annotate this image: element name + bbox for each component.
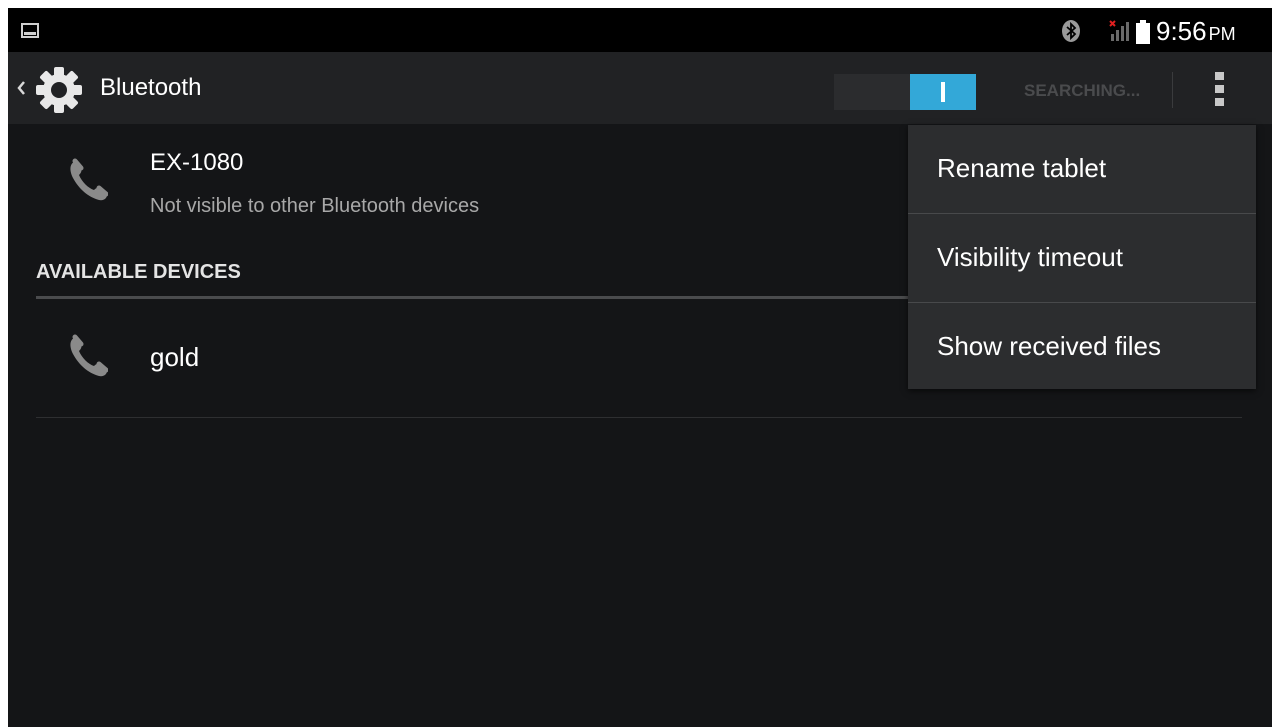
up-button[interactable]: Bluetooth [12, 60, 222, 116]
status-time-value: 9:56 [1156, 16, 1207, 46]
device-name: gold [150, 342, 200, 372]
menu-item-label: Visibility timeout [937, 242, 1123, 272]
more-vert-icon [1215, 72, 1224, 80]
row-divider [36, 417, 1242, 418]
bluetooth-toggle[interactable] [834, 74, 976, 110]
device-visibility-status: Not visible to other Bluetooth devices [150, 195, 480, 217]
toggle-thumb [910, 74, 976, 110]
bluetooth-icon [1062, 20, 1080, 42]
battery-icon [1136, 20, 1150, 44]
overflow-menu-button[interactable] [1204, 66, 1238, 112]
phone-icon [70, 334, 108, 377]
more-vert-icon [1215, 98, 1224, 106]
menu-item-label: Rename tablet [937, 153, 1107, 183]
screen: 9:56 PM Bluetooth SEARCHING... EX-1080 N… [8, 8, 1272, 727]
menu-item-rename-tablet[interactable]: Rename tablet [908, 125, 1256, 213]
menu-item-show-received-files[interactable]: Show received files [908, 303, 1256, 391]
toggle-on-mark [941, 82, 945, 102]
settings-gear-icon [36, 67, 82, 113]
phone-icon [70, 158, 108, 201]
searching-status[interactable]: SEARCHING... [1024, 81, 1140, 101]
signal-icon [1109, 20, 1129, 41]
action-bar: Bluetooth SEARCHING... [8, 52, 1272, 124]
action-bar-divider [1172, 72, 1173, 108]
status-clock: 9:56 PM [1156, 16, 1236, 47]
more-vert-icon [1215, 85, 1224, 93]
status-bar: 9:56 PM [8, 8, 1272, 52]
status-time-ampm: PM [1208, 24, 1236, 44]
menu-item-label: Show received files [937, 331, 1161, 361]
chevron-left-icon [17, 81, 25, 95]
picture-icon [21, 23, 39, 38]
page-title: Bluetooth [100, 74, 202, 101]
device-name: EX-1080 [150, 149, 244, 176]
menu-item-visibility-timeout[interactable]: Visibility timeout [908, 214, 1256, 302]
overflow-menu: Rename tablet Visibility timeout Show re… [908, 125, 1256, 389]
available-devices-header: AVAILABLE DEVICES [36, 261, 241, 283]
